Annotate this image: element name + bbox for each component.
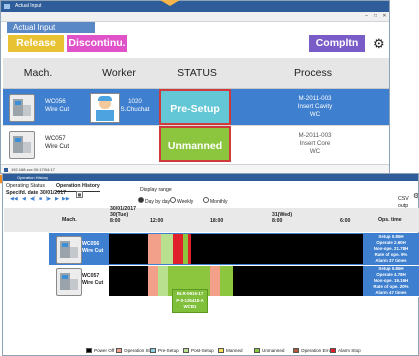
legend-swatch <box>150 348 156 353</box>
column-header-process: Process <box>294 67 332 79</box>
segment-tooltip: BLR-0915-17 P-0-135415-A WCB1 <box>172 289 208 313</box>
status-badge[interactable]: Unmanned <box>159 126 231 162</box>
timeline-bar <box>109 234 363 264</box>
process-name: Insert Cavity <box>297 103 333 110</box>
process-name: Insert Core <box>299 140 331 147</box>
machine-type: Wire Cut <box>82 248 104 254</box>
release-button[interactable]: Release <box>8 35 64 52</box>
segment-unmanned <box>220 266 233 296</box>
machine-image <box>56 236 82 264</box>
process-code: M-2011-003 <box>298 132 332 139</box>
window-title-bar: Operation History <box>3 174 418 181</box>
machine-code: WC057 <box>45 135 66 142</box>
app-icon <box>4 4 10 9</box>
gear-icon[interactable]: ⚙ <box>373 36 385 52</box>
column-header-mach: Mach. <box>23 67 53 79</box>
status-badge[interactable]: Pre-Setup <box>159 89 231 125</box>
legend-swatch <box>86 348 92 353</box>
radio-weekly[interactable]: Weekly <box>170 197 193 205</box>
segment-operation-stop <box>148 266 158 296</box>
nav-next-icon[interactable]: ▶ <box>55 196 59 202</box>
window-title-bar: Actual Input <box>1 1 389 12</box>
minimize-icon[interactable]: – <box>363 13 370 19</box>
ops-time-cell: Setup 0.85H Operate 4.78H Non-ope. 19.16… <box>363 266 419 296</box>
time-tick: 6:00 <box>340 218 351 224</box>
nav-last-icon[interactable]: ▶▶ <box>62 196 70 202</box>
window-controls-bar: – □ ✕ <box>1 12 389 22</box>
machine-type: Wire Cut <box>82 280 104 286</box>
window-title: Operation History <box>17 175 49 180</box>
ops-non-operate: Non-ope. 19.16H <box>373 278 409 283</box>
ops-alarm: Alarm 47 times <box>375 290 407 295</box>
nav-first-icon[interactable]: ◀◀ <box>10 196 18 202</box>
legend-label: Unmanned <box>262 348 285 353</box>
radio-day-by-day[interactable]: Day by day <box>138 197 170 205</box>
legend-swatch <box>293 348 299 353</box>
time-tick: 12:00 <box>150 218 164 224</box>
legend-label: Operation Error <box>301 348 333 353</box>
segment-post-setup <box>161 234 173 264</box>
process-type: WC <box>309 148 321 155</box>
display-range-label: Display range <box>140 187 172 193</box>
ops-rate: Rate of ope. 9% <box>374 252 408 257</box>
ops-time-column-header: Ops. time <box>378 217 402 223</box>
legend-swatch <box>183 348 189 353</box>
complete-button[interactable]: Compltn <box>309 35 365 52</box>
section-header: Actual Input <box>7 22 95 33</box>
tooltip-line: BLR-0915-17 <box>176 291 204 296</box>
legend-swatch <box>330 348 336 353</box>
timeline-bar <box>109 266 363 296</box>
window-title: Actual Input <box>15 3 42 9</box>
maximize-icon[interactable]: □ <box>372 13 379 19</box>
nav-prev-icon[interactable]: ◀ <box>22 196 26 202</box>
segment-operation-stop <box>148 234 161 264</box>
calendar-icon[interactable]: ▦ <box>76 191 83 198</box>
column-header-worker: Worker <box>102 67 136 79</box>
mach-column-header: Mach. <box>62 217 77 223</box>
legend-label: Post-Setup <box>191 348 214 353</box>
legend-swatch <box>254 348 260 353</box>
discontinue-button[interactable]: Discontinu. <box>67 35 127 52</box>
nav-step-forward-icon[interactable]: |▶ <box>46 196 51 202</box>
machine-image <box>9 94 35 122</box>
machine-code: WC056 <box>45 98 66 105</box>
legend-label: Alarm Stop <box>338 348 361 353</box>
segment-alarm-stop <box>188 234 191 264</box>
ops-operate: Operate 4.78H <box>376 272 406 277</box>
legend-label: Pre-Setup <box>158 348 179 353</box>
legend-label: Manned <box>226 348 243 353</box>
tooltip-line: WCB1 <box>183 304 197 309</box>
ops-alarm: Alarm 37 times <box>375 258 407 263</box>
segment-alarm-stop <box>173 234 183 264</box>
process-type: WC <box>309 111 321 118</box>
time-tick: 8:00 <box>272 218 283 224</box>
tooltip-line: P-0-135415-A <box>176 297 204 303</box>
time-tick: 8:00 <box>110 218 121 224</box>
column-header-status: STATUS <box>177 67 217 79</box>
machine-type: Wire Cut <box>45 106 70 113</box>
table-row[interactable]: WC056 Wire Cut 1020 S.Chuchat Pre-Setup … <box>3 89 389 125</box>
nav-step-back-icon[interactable]: ◀| <box>30 196 35 202</box>
time-tick: 18:00 <box>210 218 224 224</box>
close-icon[interactable]: ✕ <box>381 13 388 19</box>
process-code: M-2011-003 <box>298 95 332 102</box>
actual-input-window: Actual Input – □ ✕ Actual Input Release … <box>0 0 390 174</box>
table-row[interactable]: WC057 Wire Cut Unmanned M-2011-003 Inser… <box>3 125 389 162</box>
machine-type: Wire Cut <box>45 143 70 150</box>
ops-operate: Operate 2.60H <box>376 240 406 245</box>
machine-image <box>9 131 35 159</box>
legend-swatch <box>218 348 224 353</box>
nav-current-icon[interactable]: ■ <box>39 196 42 202</box>
legend-swatch <box>116 348 122 353</box>
ops-setup: Setup 0.85H <box>378 234 404 239</box>
ops-rate: Rate of ope. 20% <box>373 284 409 289</box>
machine-image <box>56 268 82 296</box>
ops-setup: Setup 0.85H <box>378 266 404 271</box>
worker-name: S.Chuchat <box>120 106 150 113</box>
ops-non-operate: Non-ope. 21.78H <box>373 246 409 251</box>
legend-label: Power Off <box>94 348 115 353</box>
worker-id: 1020 <box>128 98 142 105</box>
ops-time-cell: Setup 0.85H Operate 2.60H Non-ope. 21.78… <box>363 234 419 264</box>
radio-monthly[interactable]: Monthly <box>203 197 228 205</box>
